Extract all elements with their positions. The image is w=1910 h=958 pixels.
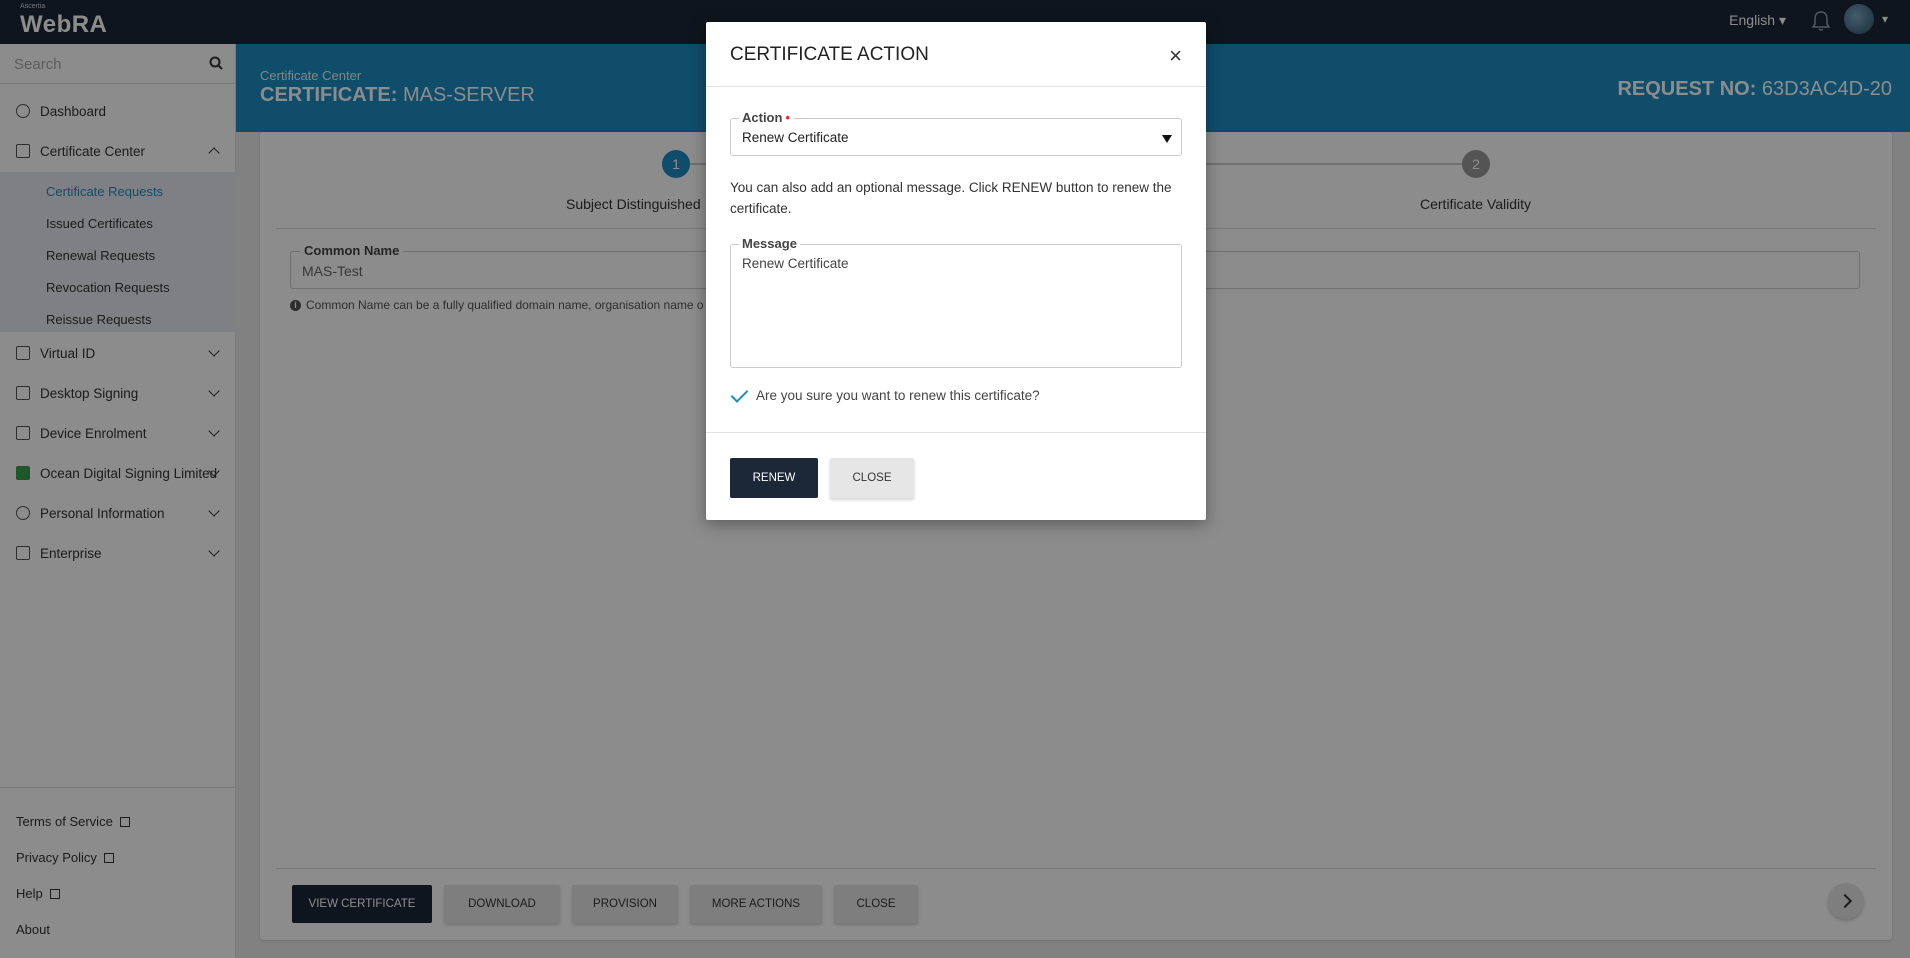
dialog-divider (706, 86, 1206, 87)
renew-button[interactable]: RENEW (730, 458, 818, 498)
action-label: Action • (739, 110, 794, 125)
dialog-instructions: You can also add an optional message. Cl… (730, 180, 1172, 216)
required-indicator: • (785, 110, 791, 125)
dialog-title: CERTIFICATE ACTION (730, 44, 929, 65)
message-value: Renew Certificate (742, 256, 849, 271)
dialog-close-button[interactable]: CLOSE (830, 458, 914, 498)
close-icon[interactable]: × (1169, 45, 1182, 67)
confirm-checkbox[interactable] (730, 386, 748, 404)
action-label-text: Action (742, 110, 783, 125)
certificate-action-dialog: CERTIFICATE ACTION × Action • Renew Certi… (706, 22, 1206, 520)
caret-down-icon[interactable] (1162, 135, 1172, 143)
dialog-divider (706, 432, 1206, 433)
message-label: Message (739, 236, 800, 251)
action-select-value: Renew Certificate (742, 130, 849, 145)
confirm-label[interactable]: Are you sure you want to renew this cert… (756, 388, 1040, 403)
